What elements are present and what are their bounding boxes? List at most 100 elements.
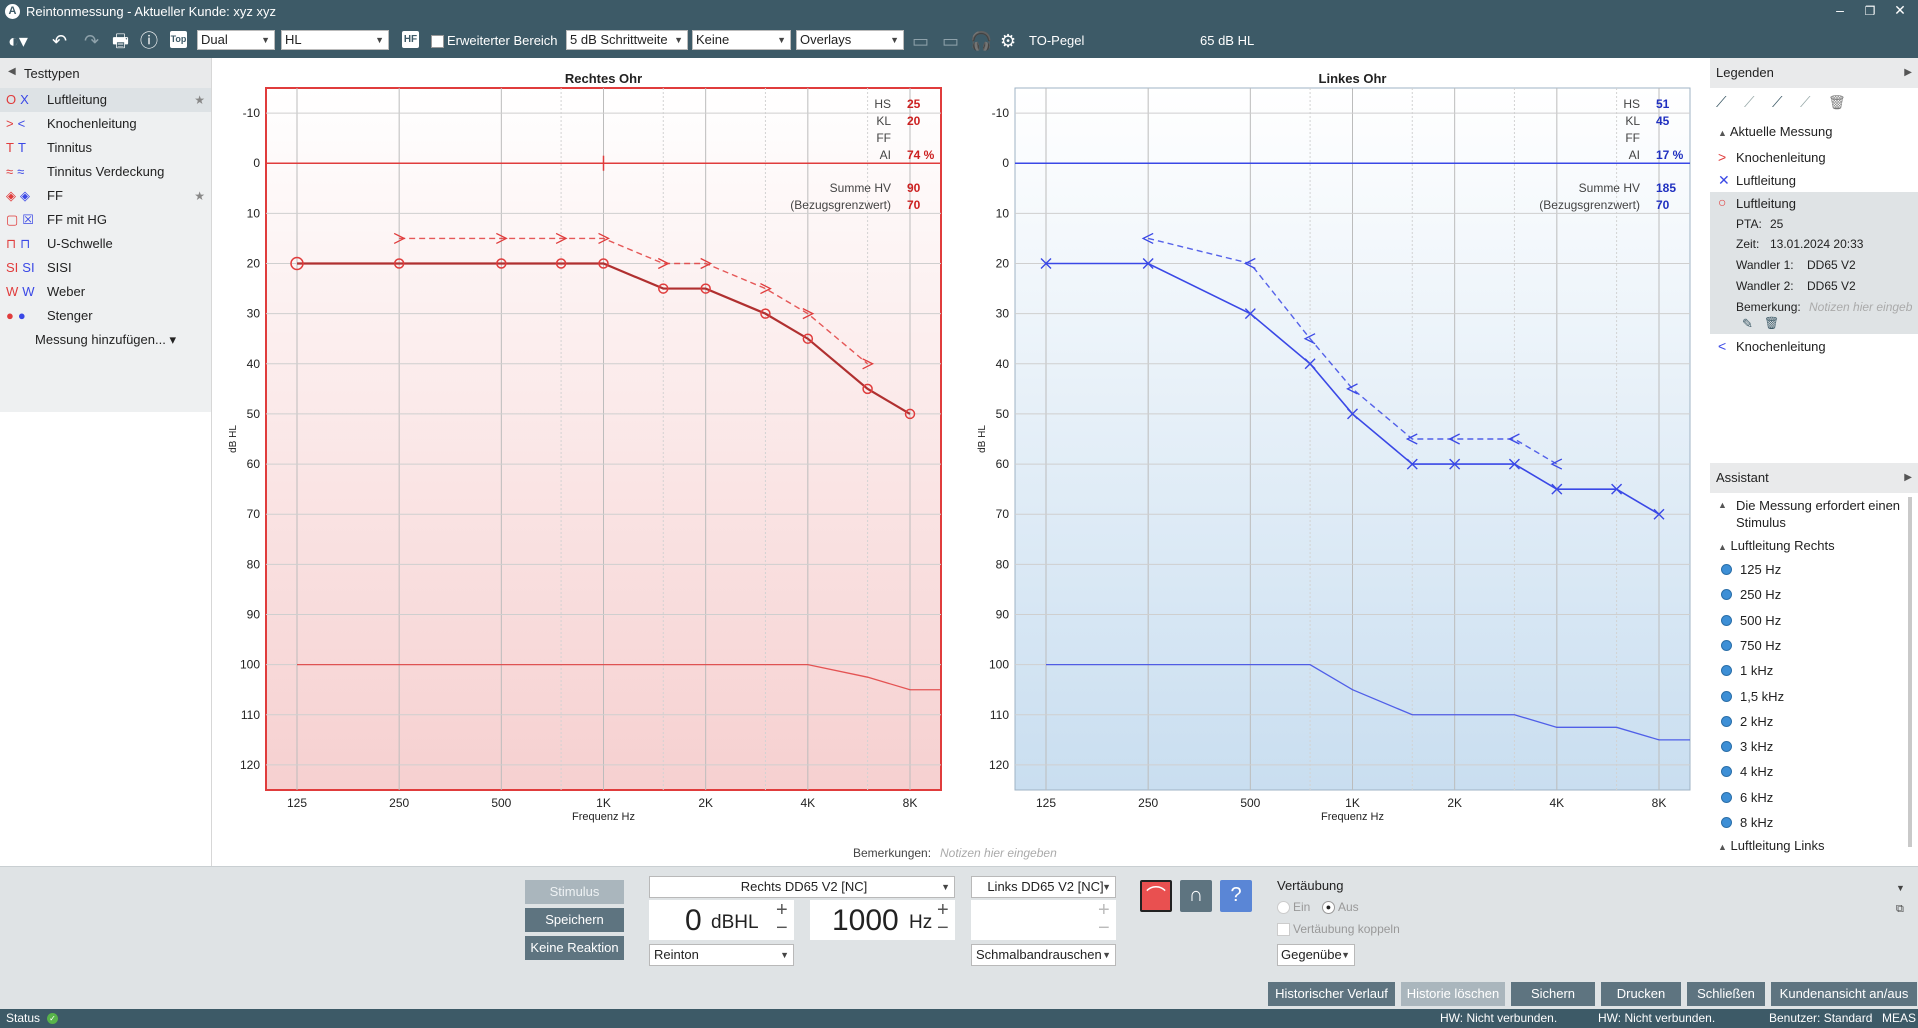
masking-select[interactable]: Keine ▼: [692, 30, 791, 50]
test-types-header[interactable]: ◀ Testtypen: [0, 58, 211, 88]
hf-icon[interactable]: HF: [402, 31, 419, 48]
no-reaction-button[interactable]: Keine Reaktion: [525, 936, 624, 960]
both-ears-icon[interactable]: ∩: [1180, 880, 1212, 912]
audiogram-charts[interactable]: Rechtes Ohr-1001020304050607080901001101…: [212, 58, 1708, 866]
assistant-title: Assistant: [1716, 470, 1769, 485]
assistant-freq-item[interactable]: 6 kHz: [1710, 789, 1910, 809]
legend-header[interactable]: Legenden ▶: [1710, 58, 1918, 88]
test-type-item[interactable]: O X Luftleitung ★: [0, 88, 211, 112]
mode-select[interactable]: Dual ▼: [197, 30, 275, 50]
frequency-field[interactable]: 1000 Hz + −: [810, 900, 955, 940]
signal-type-select[interactable]: Reinton ▼: [649, 944, 794, 966]
test-type-item[interactable]: T T Tinnitus: [0, 136, 211, 160]
left-transducer-select[interactable]: Links DD65 V2 [NC] ▼: [971, 876, 1116, 898]
test-type-item[interactable]: ◈ ◈ FF ★: [0, 184, 211, 208]
close-icon[interactable]: ✕: [1890, 2, 1910, 19]
assistant-freq-item[interactable]: 125 Hz: [1710, 561, 1910, 581]
assistant-freq-item[interactable]: 2 kHz: [1710, 713, 1910, 733]
menu-icon[interactable]: ◐▾: [8, 30, 28, 52]
couple-masking-checkbox[interactable]: [1277, 923, 1290, 936]
masking-side-select[interactable]: Gegenübe ▼: [1277, 944, 1355, 966]
left-ear-icon[interactable]: ?: [1220, 880, 1252, 912]
edit-icon[interactable]: ✎: [1742, 316, 1753, 332]
y-tick-label: 100: [240, 658, 260, 672]
y-tick-label: 80: [996, 557, 1010, 571]
right-transducer-select[interactable]: Rechts DD65 V2 [NC] ▼: [649, 876, 955, 898]
level-value: 0: [685, 904, 702, 937]
noise-type-select[interactable]: Schmalbandrauschen ▼: [971, 944, 1116, 966]
stimulus-button[interactable]: Stimulus: [525, 880, 624, 904]
assistant-freq-item[interactable]: 4 kHz: [1710, 763, 1910, 783]
test-type-item[interactable]: ⊓ ⊓ U-Schwelle: [0, 232, 211, 256]
test-type-label: FF: [47, 188, 63, 203]
legend-panel: ⟋ ⟋ ⟋ ⟋ 🗑 ▲ Aktuelle Messung > Knochenle…: [1710, 88, 1918, 458]
dropdown-icon: ▾: [165, 332, 176, 347]
assistant-group-right[interactable]: ▲ Luftleitung Rechts: [1718, 538, 1835, 553]
trash-icon[interactable]: 🗑: [1828, 94, 1846, 111]
extended-range-checkbox[interactable]: [431, 35, 444, 48]
assistant-freq-label: 500 Hz: [1740, 612, 1782, 628]
assistant-freq-item[interactable]: 1,5 kHz: [1710, 688, 1910, 708]
legend-item-bone-left[interactable]: < Knochenleitung: [1710, 336, 1918, 358]
print-icon[interactable]: 🖶: [112, 30, 129, 52]
test-type-item[interactable]: ▢ ☒ FF mit HG: [0, 208, 211, 232]
legend-item-bone-right[interactable]: > Knochenleitung: [1710, 146, 1918, 170]
close-button[interactable]: Schließen: [1687, 982, 1765, 1006]
right-ear-icon[interactable]: ⌒: [1140, 880, 1172, 912]
assistant-freq-item[interactable]: 8 kHz: [1710, 814, 1910, 834]
gear-icon[interactable]: ⚙: [1000, 30, 1016, 52]
time-value: 13.01.2024 20:33: [1770, 237, 1864, 251]
overlays-select[interactable]: Overlays ▼: [796, 30, 904, 50]
assistant-freq-item[interactable]: 750 Hz: [1710, 637, 1910, 657]
detach-panel-icon[interactable]: ⧉: [1896, 903, 1904, 916]
collapse-left-icon[interactable]: ◀: [8, 66, 16, 77]
history-button[interactable]: Historischer Verlauf: [1268, 982, 1395, 1006]
unit-select[interactable]: HL ▼: [281, 30, 389, 50]
customer-view-button[interactable]: Kundenansicht an/aus: [1771, 982, 1917, 1006]
minimize-icon[interactable]: –: [1830, 2, 1850, 18]
add-measurement-button[interactable]: Messung hinzufügen... ▾: [0, 328, 211, 352]
favorite-star-icon[interactable]: ★: [194, 184, 205, 208]
assistant-freq-item[interactable]: 500 Hz: [1710, 612, 1910, 632]
cross-icon: ✕: [1718, 172, 1730, 188]
level-field[interactable]: 0 dBHL + −: [649, 900, 794, 940]
frequency-minus-icon[interactable]: −: [937, 918, 949, 938]
assistant-group-left[interactable]: ▲ Luftleitung Links: [1718, 838, 1825, 853]
assistant-header[interactable]: Assistant ▶: [1710, 463, 1918, 493]
test-type-item[interactable]: W W Weber: [0, 280, 211, 304]
restore-icon[interactable]: ❐: [1860, 4, 1880, 18]
test-type-icon: TT: [6, 140, 26, 155]
collapse-legend-icon[interactable]: ▶: [1904, 58, 1912, 88]
test-type-item[interactable]: ≈ ≈ Tinnitus Verdeckung: [0, 160, 211, 184]
level-minus-icon[interactable]: −: [776, 918, 788, 938]
assistant-scrollbar[interactable]: [1908, 497, 1912, 847]
test-type-item[interactable]: ● ● Stenger: [0, 304, 211, 328]
help-icon[interactable]: ⓘ: [140, 30, 158, 52]
assistant-freq-item[interactable]: 1 kHz: [1710, 662, 1910, 682]
step-select[interactable]: 5 dB Schrittweite ▼: [566, 30, 688, 50]
delete-icon[interactable]: 🗑: [1764, 316, 1779, 330]
undo-icon[interactable]: ↶: [52, 30, 67, 52]
chart-icon[interactable]: ⟋: [1716, 94, 1727, 111]
stat-value: 20: [907, 114, 921, 128]
legend-item-air-left[interactable]: ✕ Luftleitung: [1710, 170, 1918, 192]
chart-add-icon[interactable]: ⟋: [1772, 94, 1783, 111]
masking-on-radio[interactable]: [1277, 901, 1290, 914]
assistant-freq-item[interactable]: 3 kHz: [1710, 738, 1910, 758]
legend-section[interactable]: ▲ Aktuelle Messung: [1718, 124, 1832, 139]
print-button[interactable]: Drucken: [1601, 982, 1681, 1006]
test-type-item[interactable]: SI SI SISI: [0, 256, 211, 280]
favorite-star-icon[interactable]: ★: [194, 88, 205, 112]
save-button[interactable]: Speichern: [525, 908, 624, 932]
test-type-item[interactable]: > < Knochenleitung: [0, 112, 211, 136]
top-icon[interactable]: Top: [170, 31, 187, 48]
backup-button[interactable]: Sichern: [1511, 982, 1595, 1006]
masking-off-radio[interactable]: ●: [1322, 901, 1335, 914]
assistant-freq-label: 1 kHz: [1740, 663, 1774, 679]
remark-input[interactable]: Notizen hier eingeb: [1809, 300, 1917, 314]
collapse-assistant-icon[interactable]: ▶: [1904, 463, 1912, 493]
legend-item-air-right-expanded[interactable]: ○ Luftleitung PTA: 25 Zeit: 13.01.2024 2…: [1710, 192, 1918, 334]
remarks-input[interactable]: Notizen hier eingeben: [940, 846, 1057, 860]
expand-panel-icon[interactable]: ▼: [1896, 883, 1905, 893]
assistant-freq-item[interactable]: 250 Hz: [1710, 586, 1910, 606]
